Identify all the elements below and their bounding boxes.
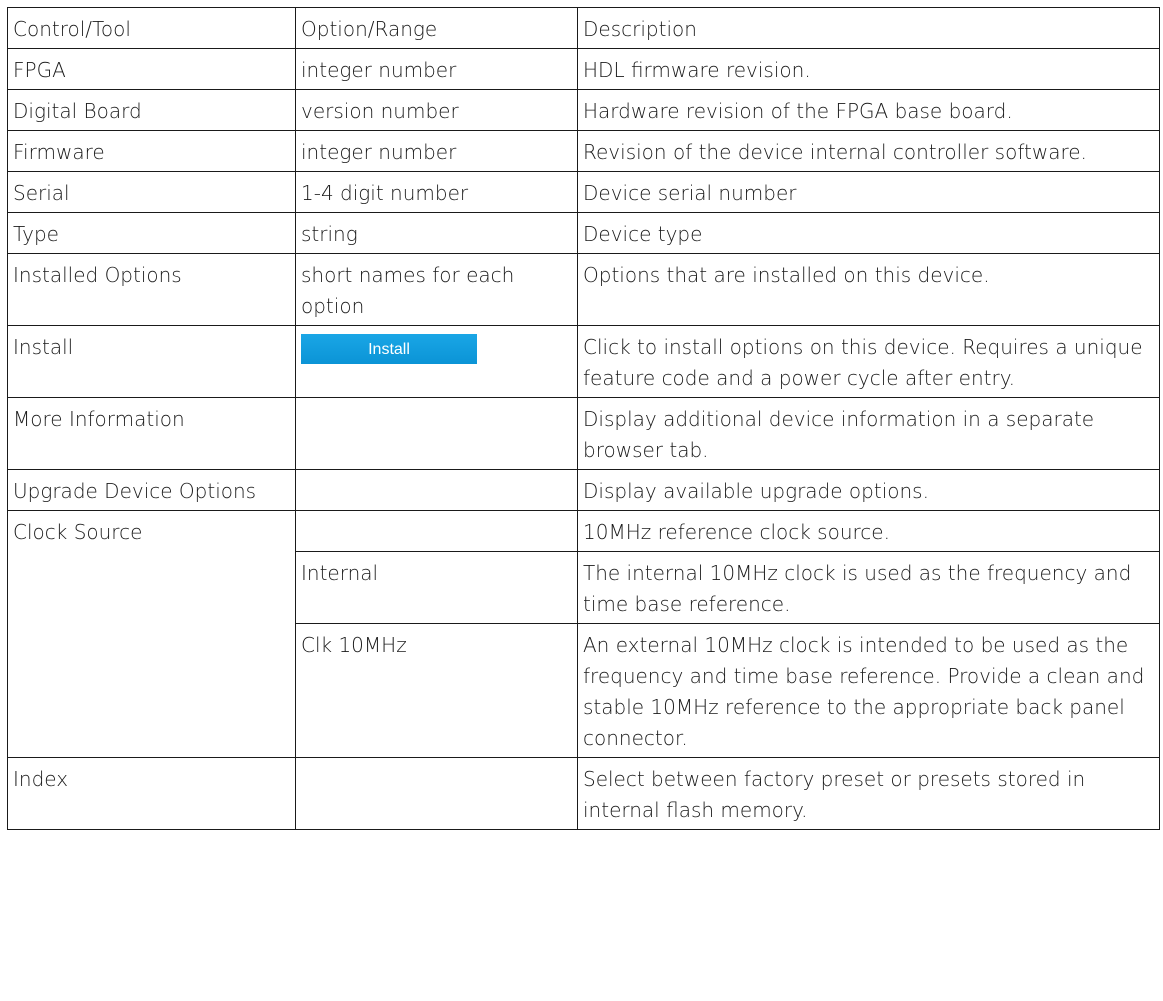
option-cell: integer number bbox=[295, 130, 578, 172]
table-row: Clock Source 10MHz reference clock sourc… bbox=[7, 510, 1160, 758]
table-row: More Information Display additional devi… bbox=[7, 397, 1160, 470]
option-cell: string bbox=[295, 212, 578, 254]
option-cell bbox=[295, 397, 578, 470]
option-cell: Clk 10MHz bbox=[295, 623, 578, 758]
option-cell: Install bbox=[295, 325, 578, 398]
description-cell: Device serial number bbox=[577, 171, 1160, 213]
description-cell: Options that are installed on this devic… bbox=[577, 253, 1160, 326]
table-row: Upgrade Device Options Display available… bbox=[7, 469, 1160, 511]
option-cell bbox=[295, 469, 578, 511]
install-button[interactable]: Install bbox=[301, 334, 477, 364]
table-row: Type string Device type bbox=[7, 212, 1160, 254]
control-cell: Installed Options bbox=[7, 253, 296, 326]
control-cell: Upgrade Device Options bbox=[7, 469, 296, 511]
header-description: Description bbox=[577, 7, 1160, 49]
control-cell: Install bbox=[7, 325, 296, 398]
table-row: Installed Options short names for each o… bbox=[7, 253, 1160, 326]
option-cell: integer number bbox=[295, 48, 578, 90]
description-cell: Revision of the device internal controll… bbox=[577, 130, 1160, 172]
device-info-table: Control/Tool Option/Range Description FP… bbox=[7, 7, 1160, 830]
table-header-row: Control/Tool Option/Range Description bbox=[7, 7, 1160, 49]
control-cell: Index bbox=[7, 757, 296, 830]
table-row: Firmware integer number Revision of the … bbox=[7, 130, 1160, 172]
control-cell: Serial bbox=[7, 171, 296, 213]
header-control-tool: Control/Tool bbox=[7, 7, 296, 49]
option-cell bbox=[295, 510, 578, 552]
description-cell: Display additional device information in… bbox=[577, 397, 1160, 470]
header-option-range: Option/Range bbox=[295, 7, 578, 49]
table-row: Install Install Click to install options… bbox=[7, 325, 1160, 398]
control-cell: Clock Source bbox=[7, 510, 296, 758]
option-cell: 1-4 digit number bbox=[295, 171, 578, 213]
description-cell: An external 10MHz clock is intended to b… bbox=[577, 623, 1160, 758]
control-cell: Type bbox=[7, 212, 296, 254]
description-cell: Display available upgrade options. bbox=[577, 469, 1160, 511]
description-cell: Click to install options on this device.… bbox=[577, 325, 1160, 398]
table-row: FPGA integer number HDL firmware revisio… bbox=[7, 48, 1160, 90]
control-cell: More Information bbox=[7, 397, 296, 470]
table-row: Index Select between factory preset or p… bbox=[7, 757, 1160, 830]
description-cell: HDL firmware revision. bbox=[577, 48, 1160, 90]
description-cell: 10MHz reference clock source. bbox=[577, 510, 1160, 552]
description-cell: The internal 10MHz clock is used as the … bbox=[577, 551, 1160, 624]
option-cell: Internal bbox=[295, 551, 578, 624]
control-cell: FPGA bbox=[7, 48, 296, 90]
option-cell bbox=[295, 757, 578, 830]
table-row: Serial 1-4 digit number Device serial nu… bbox=[7, 171, 1160, 213]
control-cell: Firmware bbox=[7, 130, 296, 172]
control-cell: Digital Board bbox=[7, 89, 296, 131]
description-cell: Select between factory preset or presets… bbox=[577, 757, 1160, 830]
description-cell: Hardware revision of the FPGA base board… bbox=[577, 89, 1160, 131]
option-cell: version number bbox=[295, 89, 578, 131]
table-row: Digital Board version number Hardware re… bbox=[7, 89, 1160, 131]
description-cell: Device type bbox=[577, 212, 1160, 254]
option-cell: short names for each option bbox=[295, 253, 578, 326]
